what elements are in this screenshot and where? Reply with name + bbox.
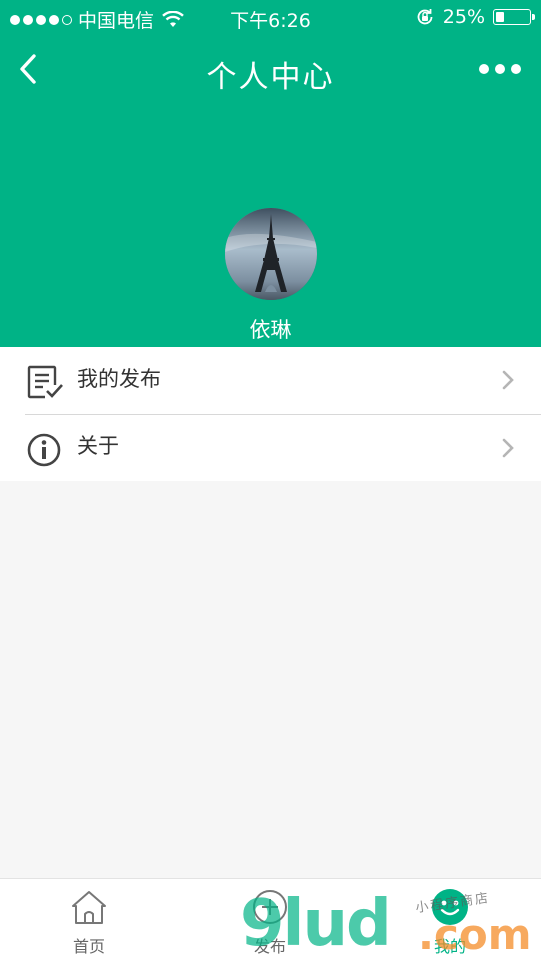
more-options-button[interactable]: [479, 60, 521, 78]
smile-icon: [432, 889, 468, 925]
tab-bar: 首页 发布 我的: [0, 878, 541, 960]
more-dot-icon: [479, 64, 489, 74]
home-icon: [72, 891, 106, 924]
menu-item-label: 关于: [77, 434, 119, 458]
tab-label: 发布: [253, 937, 286, 956]
battery-percent: 25%: [442, 6, 485, 28]
profile-header: 个人中心 依琳: [0, 36, 541, 347]
tab-publish[interactable]: 发布: [210, 879, 330, 960]
page-title: 个人中心: [206, 60, 335, 95]
more-dot-icon: [495, 64, 505, 74]
tab-home[interactable]: 首页: [29, 879, 149, 960]
info-icon: [27, 433, 61, 467]
menu-item-my-posts[interactable]: 我的发布: [0, 347, 541, 414]
menu-item-about[interactable]: 关于: [25, 414, 541, 481]
username: 依琳: [249, 318, 292, 342]
status-right: 25%: [415, 6, 535, 28]
chevron-right-icon: [502, 370, 514, 390]
status-bar: 中国电信 下午6:26 25%: [0, 0, 541, 36]
tab-label: 我的: [433, 937, 466, 956]
avatar[interactable]: [225, 208, 317, 300]
rotation-lock-icon: [417, 9, 433, 25]
document-check-icon: [27, 365, 63, 399]
profile-menu: 我的发布 关于: [0, 347, 541, 481]
battery-icon: [493, 9, 535, 25]
eiffel-tower-image: [225, 208, 317, 300]
battery-level: [496, 12, 504, 22]
menu-item-label: 我的发布: [77, 366, 161, 391]
tab-label: 首页: [72, 937, 105, 956]
more-dot-icon: [511, 64, 521, 74]
chevron-right-icon: [502, 438, 514, 458]
tab-mine[interactable]: 我的: [390, 879, 510, 960]
publish-icon: [253, 890, 287, 924]
